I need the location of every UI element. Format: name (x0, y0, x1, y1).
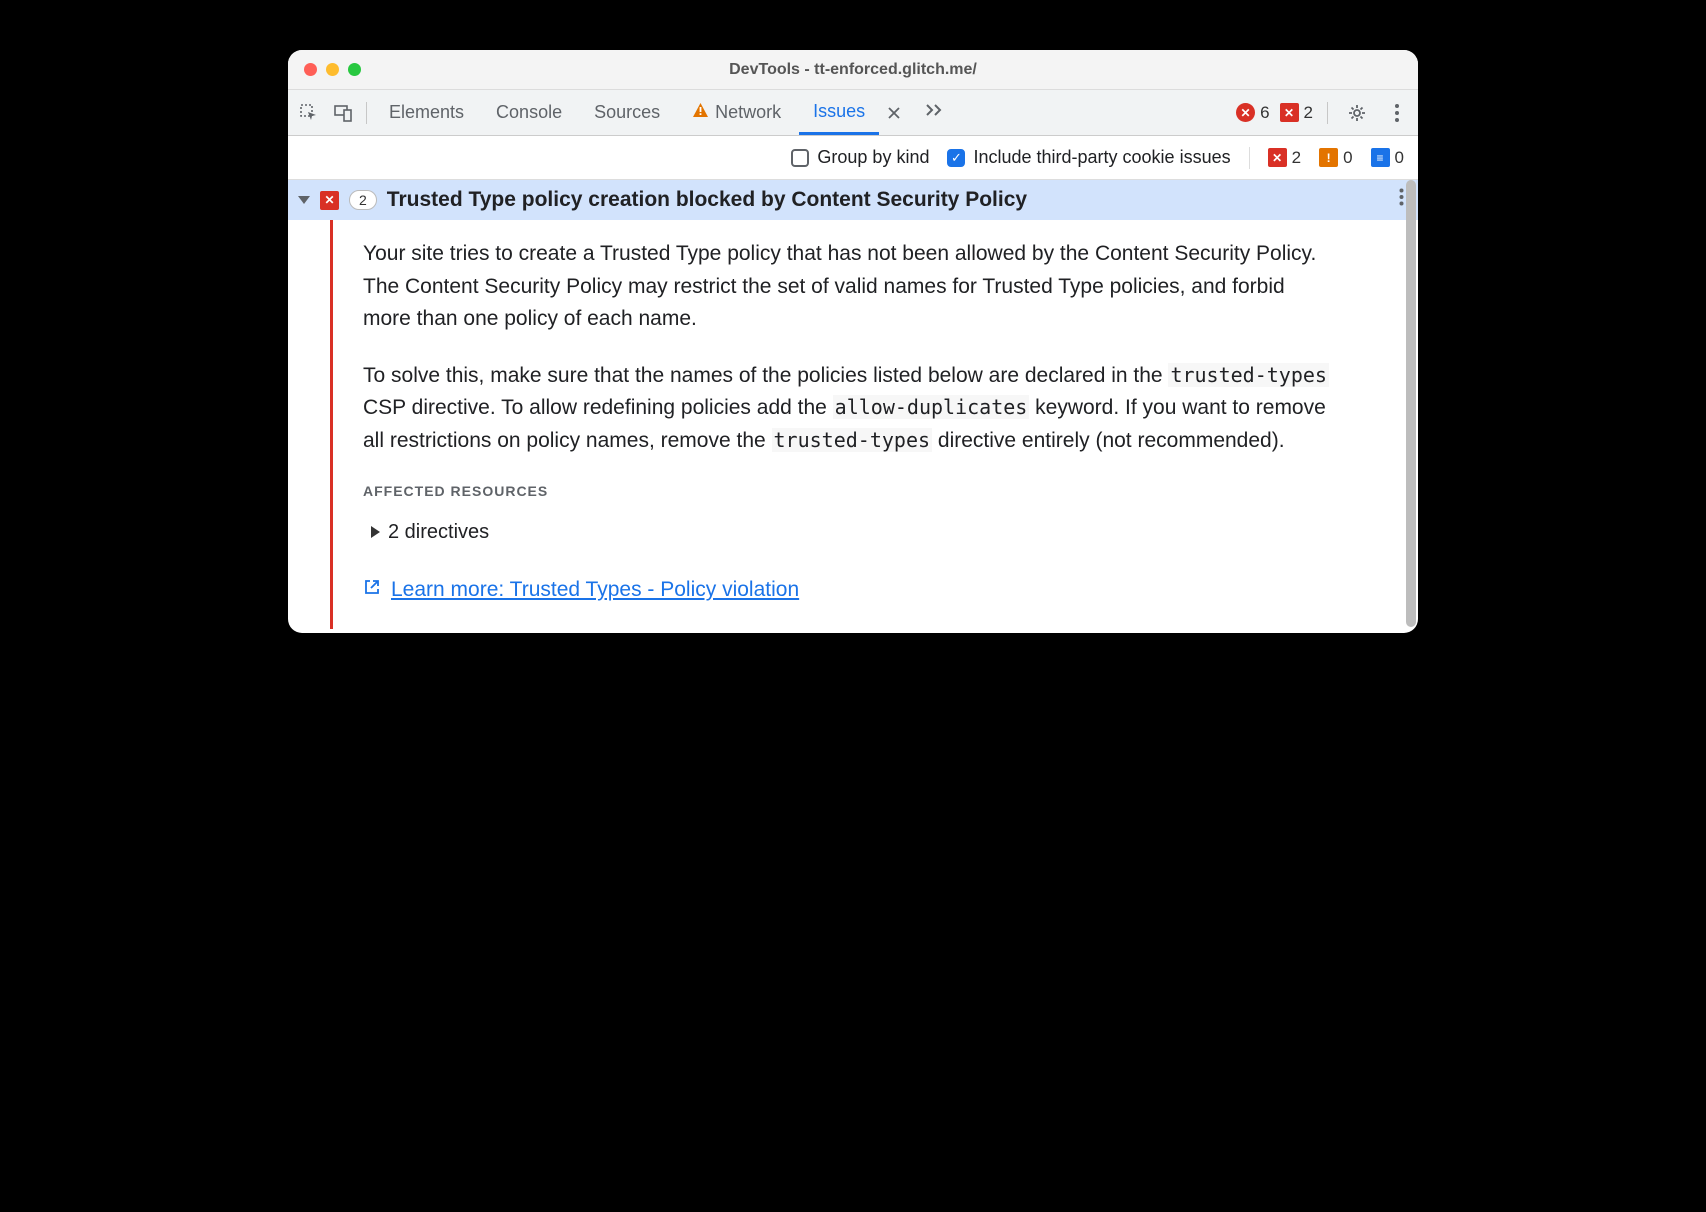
issue-paragraph-1: Your site tries to create a Trusted Type… (363, 238, 1336, 336)
tab-console[interactable]: Console (482, 90, 576, 135)
issue-title: Trusted Type policy creation blocked by … (387, 188, 1389, 212)
tab-issues[interactable]: Issues (799, 90, 879, 135)
separator (1327, 102, 1328, 124)
directives-disclosure[interactable]: 2 directives (371, 517, 1336, 548)
issue-count-value: 2 (1304, 103, 1313, 123)
code-trusted-types-2: trusted-types (772, 428, 933, 452)
info-square-icon: ≡ (1371, 148, 1390, 167)
issue-square-icon: ✕ (1280, 103, 1299, 122)
zoom-window-button[interactable] (348, 63, 361, 76)
code-allow-duplicates: allow-duplicates (833, 395, 1030, 419)
external-link-icon (363, 574, 381, 607)
separator (366, 102, 367, 124)
group-by-kind-label: Group by kind (817, 147, 929, 168)
scrollbar[interactable] (1406, 180, 1416, 627)
toolbar-error-value: 2 (1292, 148, 1301, 168)
close-tab-button[interactable] (883, 90, 915, 135)
panel-tabbar: Elements Console Sources Network Issues … (288, 90, 1418, 136)
checkbox-checked-icon: ✓ (947, 149, 965, 167)
toolbar-info-value: 0 (1395, 148, 1404, 168)
more-menu-icon[interactable] (1382, 98, 1412, 128)
toolbar-info-count[interactable]: ≡ 0 (1371, 148, 1404, 168)
tab-sources[interactable]: Sources (580, 90, 674, 135)
status-badges: ✕ 6 ✕ 2 (1236, 98, 1412, 128)
issue-count[interactable]: ✕ 2 (1280, 103, 1313, 123)
separator (1249, 147, 1250, 169)
issue-body: Your site tries to create a Trusted Type… (330, 220, 1370, 629)
code-trusted-types: trusted-types (1168, 363, 1329, 387)
close-window-button[interactable] (304, 63, 317, 76)
checkbox-unchecked-icon (791, 149, 809, 167)
issue-menu-icon[interactable] (1399, 188, 1404, 212)
issues-toolbar: Group by kind ✓ Include third-party cook… (288, 136, 1418, 180)
error-count[interactable]: ✕ 6 (1236, 103, 1269, 123)
tab-elements[interactable]: Elements (375, 90, 478, 135)
warning-triangle-icon (692, 102, 709, 124)
tab-network-label: Network (715, 102, 781, 123)
error-count-value: 6 (1260, 103, 1269, 123)
learn-more-link[interactable]: Learn more: Trusted Types - Policy viola… (391, 574, 799, 607)
directives-count: 2 directives (388, 517, 489, 548)
issues-content: ✕ 2 Trusted Type policy creation blocked… (288, 180, 1418, 633)
minimize-window-button[interactable] (326, 63, 339, 76)
third-party-label: Include third-party cookie issues (973, 147, 1230, 168)
affected-resources-label: AFFECTED RESOURCES (363, 481, 1336, 503)
devtools-window: DevTools - tt-enforced.glitch.me/ Elemen… (288, 50, 1418, 633)
error-circle-icon: ✕ (1236, 103, 1255, 122)
window-controls (304, 63, 361, 76)
toolbar-warning-value: 0 (1343, 148, 1352, 168)
warning-square-icon: ! (1319, 148, 1338, 167)
settings-gear-icon[interactable] (1342, 98, 1372, 128)
error-square-icon: ✕ (1268, 148, 1287, 167)
group-by-kind-checkbox[interactable]: Group by kind (791, 147, 929, 168)
titlebar: DevTools - tt-enforced.glitch.me/ (288, 50, 1418, 90)
caret-down-icon (298, 196, 310, 204)
issue-paragraph-2: To solve this, make sure that the names … (363, 360, 1336, 458)
toolbar-error-count[interactable]: ✕ 2 (1268, 148, 1301, 168)
third-party-checkbox[interactable]: ✓ Include third-party cookie issues (947, 147, 1230, 168)
issue-header[interactable]: ✕ 2 Trusted Type policy creation blocked… (288, 180, 1418, 220)
window-title: DevTools - tt-enforced.glitch.me/ (288, 61, 1418, 79)
issue-occurrence-count: 2 (349, 190, 377, 210)
device-toolbar-icon[interactable] (328, 98, 358, 128)
inspect-element-icon[interactable] (294, 98, 324, 128)
tab-network[interactable]: Network (678, 90, 795, 135)
learn-more-row: Learn more: Trusted Types - Policy viola… (363, 574, 1336, 607)
triangle-right-icon (371, 526, 380, 538)
toolbar-warning-count[interactable]: ! 0 (1319, 148, 1352, 168)
more-tabs-icon[interactable] (919, 101, 953, 124)
issue-error-icon: ✕ (320, 191, 339, 210)
